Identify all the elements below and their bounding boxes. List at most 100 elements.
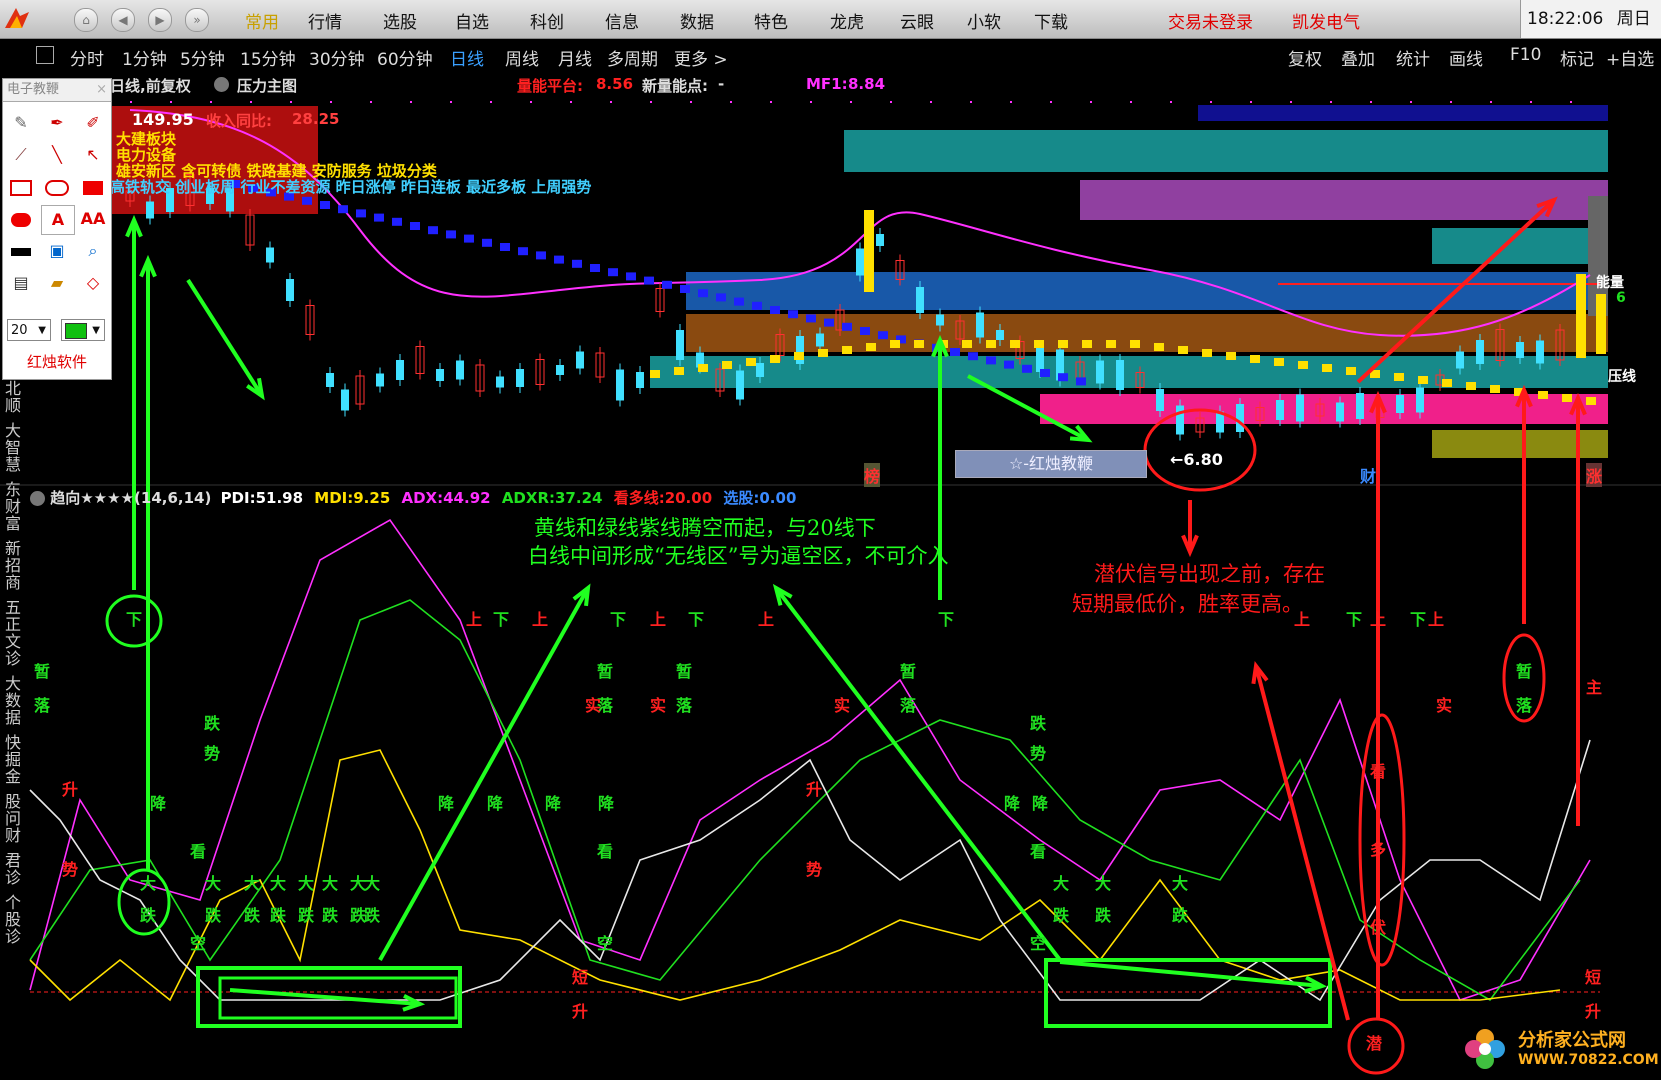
diamond-eraser-icon[interactable]: ◇ [77, 269, 109, 297]
signal-die: 跌 [1030, 714, 1047, 733]
signal-zhu: 主 [1586, 678, 1603, 697]
trend-block [446, 230, 456, 239]
trend-block [1022, 364, 1032, 373]
trend-block [1004, 360, 1014, 369]
adx-value: 44.92 [443, 489, 491, 507]
candle-body [266, 247, 274, 263]
dot-mark [410, 101, 412, 103]
dot-mark [1290, 101, 1292, 103]
signal-da: 大 [298, 874, 315, 893]
candle-body [1336, 402, 1344, 422]
dot-mark [930, 101, 932, 103]
candle-body [576, 351, 584, 369]
text-tool-icon[interactable]: A [41, 205, 75, 235]
signal-da: 大 [1172, 874, 1189, 893]
indicator-dropdown-icon[interactable] [30, 491, 45, 506]
candle-body [1296, 394, 1304, 422]
trend-block-yellow [1106, 340, 1116, 348]
candle-body [756, 363, 764, 377]
font-size-tool-icon[interactable]: AA [77, 205, 109, 233]
signal-da: 大 [244, 874, 261, 893]
highlighter-icon[interactable]: ✐ [77, 109, 109, 137]
dot-mark [450, 101, 452, 103]
trend-block [482, 238, 492, 247]
signal-da: 大 [322, 874, 339, 893]
green-arrow-down-1 [186, 278, 264, 398]
signal-shang: 上 [1370, 610, 1387, 629]
signal-jiang: 降 [1004, 794, 1021, 813]
eraser-icon[interactable]: ✎ [5, 109, 37, 137]
trend-block [536, 251, 546, 260]
cai-badge: 财 [1360, 467, 1377, 486]
signal-die: 跌 [140, 906, 157, 925]
trend-block [698, 289, 708, 298]
dot-mark [890, 101, 892, 103]
trend-block-yellow [1538, 391, 1548, 399]
signal-xia: 下 [126, 610, 143, 629]
trend-block [1040, 369, 1050, 377]
trend-block-yellow [698, 364, 708, 372]
trend-block-yellow [1178, 346, 1188, 354]
overlay-name[interactable]: 压力主图 [237, 75, 297, 96]
ellipse-icon[interactable] [41, 173, 73, 201]
candle-body [496, 376, 504, 388]
pen-size-select[interactable]: 20 ▼ [7, 319, 51, 341]
indicator-name[interactable]: 趋向★★★★(14,6,14) [50, 489, 211, 507]
signal-xia: 下 [1346, 610, 1363, 629]
signal-duan: 短 [572, 968, 589, 987]
trend-block-yellow [1322, 364, 1332, 372]
concept-line-4: 高铁轨交 创业板周 行业不差资源 昨日涨停 昨日连板 最近多板 上周强势 [110, 178, 592, 196]
green-arrow-box-2 [1059, 960, 1323, 988]
pen-icon[interactable]: ✒ [41, 109, 73, 137]
trend-block-yellow [1274, 358, 1284, 366]
ind1-value: 8.56 [596, 75, 634, 93]
black-bar-icon[interactable] [5, 237, 37, 265]
candle-body [1156, 389, 1164, 411]
pen-color-select[interactable]: ▼ [61, 319, 105, 341]
screen-capture-icon[interactable]: ▣ [41, 237, 73, 265]
arrow-line-icon[interactable]: ↖ [77, 141, 109, 169]
revenue-label: 收入同比: [206, 112, 272, 130]
trend-block [626, 272, 636, 281]
dot-mark [1570, 101, 1572, 103]
dot-mark [1490, 101, 1492, 103]
dot-mark [1130, 101, 1132, 103]
trend-block [842, 322, 852, 331]
magnifier-icon[interactable]: ⌕ [77, 237, 109, 265]
signal-kong: 空 [190, 934, 207, 953]
open-folder-icon[interactable]: ▰ [41, 269, 73, 297]
signal-die: 跌 [1172, 906, 1189, 925]
zone-purple [1080, 180, 1608, 220]
rectangle-icon[interactable] [5, 173, 37, 201]
trend-block [464, 234, 474, 243]
trend-block-yellow [1130, 340, 1140, 348]
xuan-label: 选股: [723, 489, 760, 507]
trend-block [734, 297, 744, 306]
filled-rectangle-icon[interactable] [77, 173, 109, 201]
signal-jiang: 降 [487, 794, 504, 813]
candle-body [436, 369, 444, 381]
trend-block [968, 352, 978, 361]
line-icon[interactable]: ╲ [41, 141, 73, 169]
trend-block [518, 247, 528, 256]
dot-mark [1210, 101, 1212, 103]
candle-body [456, 360, 464, 380]
trend-block [590, 264, 600, 272]
candle-body [856, 248, 864, 276]
drawing-tools-title: 电子教鞭 [7, 82, 60, 97]
candle-body [341, 389, 349, 411]
trend-block [410, 222, 420, 230]
brush-icon[interactable]: ⟋ [5, 141, 37, 169]
candle-body [636, 372, 644, 388]
signal-da: 大 [270, 874, 287, 893]
filled-ellipse-icon[interactable] [5, 205, 37, 233]
trend-block [752, 301, 762, 310]
save-icon[interactable]: ▤ [5, 269, 37, 297]
signal-die: 跌 [244, 906, 261, 925]
close-icon[interactable]: × [96, 79, 107, 101]
trend-block-yellow [1298, 361, 1308, 369]
overlay-dropdown-icon[interactable] [214, 77, 229, 92]
signal-shi2: 实 [834, 696, 851, 715]
signal-jiang: 降 [150, 794, 167, 813]
trend-block-yellow [986, 340, 996, 348]
